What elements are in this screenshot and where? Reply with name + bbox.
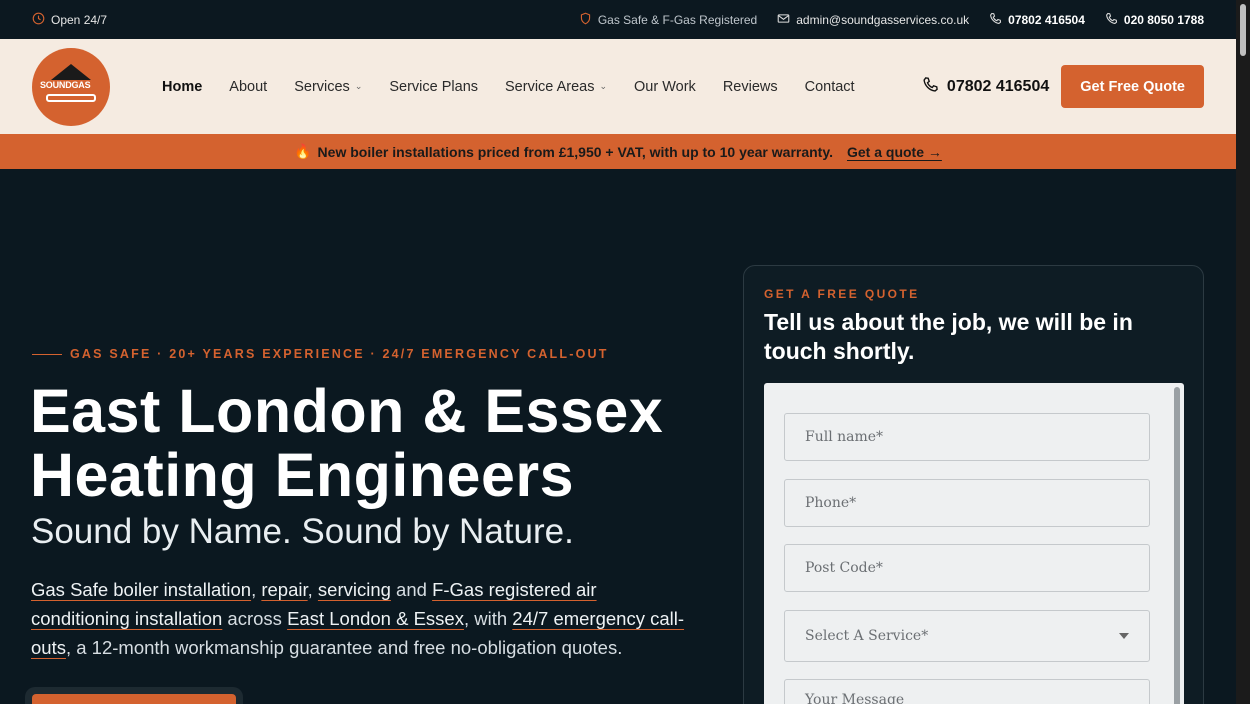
phone-icon [1105, 12, 1118, 28]
kicker-line [32, 353, 62, 355]
hero-cta-button[interactable] [25, 687, 243, 704]
landline-phone-link[interactable]: 020 8050 1788 [1105, 12, 1204, 28]
nav-item-label: About [229, 78, 268, 95]
post-code-field[interactable]: Post Code* [784, 544, 1150, 592]
nav-item-about[interactable]: About [229, 79, 267, 95]
lead-text: across [222, 608, 288, 629]
hero-subtitle: Sound by Name. Sound by Nature. [31, 512, 574, 551]
promo-banner: 🔥 New boiler installations priced from £… [0, 134, 1236, 169]
caret-down-icon [1119, 633, 1129, 639]
quote-card-kicker: GET A FREE QUOTE [764, 287, 920, 301]
link-servicing[interactable]: servicing [318, 579, 391, 600]
hero-title-line2: Heating Engineers [30, 441, 575, 509]
nav-phone-link[interactable]: 07802 416504 [922, 76, 1049, 98]
phone-icon [989, 12, 1002, 28]
logo-roof-icon [51, 63, 91, 80]
lead-text: , [307, 579, 318, 600]
link-repair[interactable]: repair [261, 579, 307, 600]
nav-item-label: Our Work [634, 78, 696, 95]
quote-card: GET A FREE QUOTE Tell us about the job, … [743, 265, 1204, 704]
nav-item-services[interactable]: Services ⌄ [294, 79, 362, 95]
page-scrollbar-thumb[interactable] [1240, 4, 1246, 56]
main-navigation: SOUNDGAS Home About Services ⌄ Service Pl… [0, 39, 1236, 134]
quote-card-title: Tell us about the job, we will be in tou… [764, 309, 1133, 364]
message-field[interactable]: Your Message [784, 679, 1150, 704]
hero-kicker-text: GAS SAFE · 20+ YEARS EXPERIENCE · 24/7 E… [70, 347, 609, 361]
fire-icon: 🔥 [294, 143, 312, 159]
open-hours: Open 24/7 [32, 12, 107, 28]
lead-text: , a 12-month workmanship guarantee and f… [65, 637, 623, 658]
mobile-phone-label: 07802 416504 [1008, 12, 1085, 27]
link-boiler-installation[interactable]: Gas Safe boiler installation [31, 579, 251, 600]
nav-phone-label: 07802 416504 [946, 77, 1050, 95]
registration-label: Gas Safe & F-Gas Registered [597, 12, 758, 27]
message-placeholder: Your Message [805, 692, 905, 704]
shield-icon [579, 12, 592, 28]
full-name-field[interactable]: Full name* [784, 413, 1150, 461]
quote-form: Full name* Phone* Post Code* Select A Se… [764, 383, 1184, 704]
logo-text: SOUNDGAS [40, 79, 91, 90]
landline-phone-label: 020 8050 1788 [1123, 12, 1204, 27]
nav-item-reviews[interactable]: Reviews [723, 79, 778, 95]
hero-title: East London & Essex Heating Engineers [30, 379, 710, 507]
service-select[interactable]: Select A Service* [784, 610, 1150, 662]
full-name-placeholder: Full name* [805, 429, 884, 445]
lead-text: and [390, 579, 433, 600]
open-hours-label: Open 24/7 [51, 12, 108, 27]
nav-item-label: Home [162, 78, 203, 95]
promo-get-quote-link[interactable]: Get a quote → [847, 144, 942, 160]
hero-kicker: GAS SAFE · 20+ YEARS EXPERIENCE · 24/7 E… [32, 347, 609, 361]
nav-item-our-work[interactable]: Our Work [634, 79, 696, 95]
nav-menu: Home About Services ⌄ Service Plans Servi… [162, 79, 855, 95]
nav-item-service-plans[interactable]: Service Plans [389, 79, 478, 95]
nav-item-label: Contact [804, 78, 855, 95]
lead-text: , [251, 579, 262, 600]
phone-field[interactable]: Phone* [784, 479, 1150, 527]
lead-text: , with [463, 608, 513, 629]
chevron-down-icon: ⌄ [354, 81, 363, 91]
link-east-london-essex[interactable]: East London & Essex [287, 608, 464, 629]
promo-text: New boiler installations priced from £1,… [317, 143, 833, 160]
mail-icon [777, 12, 790, 28]
nav-item-service-areas[interactable]: Service Areas ⌄ [505, 79, 607, 95]
nav-item-label: Service Plans [389, 78, 479, 95]
service-placeholder: Select A Service* [805, 628, 929, 644]
phone-placeholder: Phone* [805, 495, 857, 511]
top-bar: Open 24/7 Gas Safe & F-Gas Registered ad… [0, 0, 1236, 39]
page-scrollbar[interactable] [1236, 0, 1250, 704]
hero-lead: Gas Safe boiler installation, repair, se… [31, 575, 691, 662]
clock-icon [32, 12, 45, 28]
get-free-quote-button[interactable]: Get Free Quote [1061, 65, 1204, 108]
site-logo[interactable]: SOUNDGAS [32, 47, 110, 126]
nav-item-label: Services [294, 78, 350, 95]
nav-item-contact[interactable]: Contact [805, 79, 855, 95]
hero-cta-button-fill [32, 694, 236, 704]
nav-item-label: Reviews [722, 78, 778, 95]
nav-item-home[interactable]: Home [162, 79, 202, 95]
chevron-down-icon: ⌄ [599, 81, 608, 91]
post-code-placeholder: Post Code* [805, 560, 883, 576]
logo-pipe-icon [46, 93, 96, 102]
email-label: admin@soundgasservices.co.uk [796, 12, 970, 27]
mobile-phone-link[interactable]: 07802 416504 [989, 12, 1085, 28]
hero-section: GAS SAFE · 20+ YEARS EXPERIENCE · 24/7 E… [0, 169, 1236, 704]
hero-title-line1: East London & Essex [30, 377, 664, 445]
email-link[interactable]: admin@soundgasservices.co.uk [777, 12, 969, 28]
registration-info: Gas Safe & F-Gas Registered [579, 12, 757, 28]
phone-icon [922, 76, 939, 98]
form-scrollbar[interactable] [1174, 387, 1180, 704]
nav-item-label: Service Areas [505, 78, 595, 95]
